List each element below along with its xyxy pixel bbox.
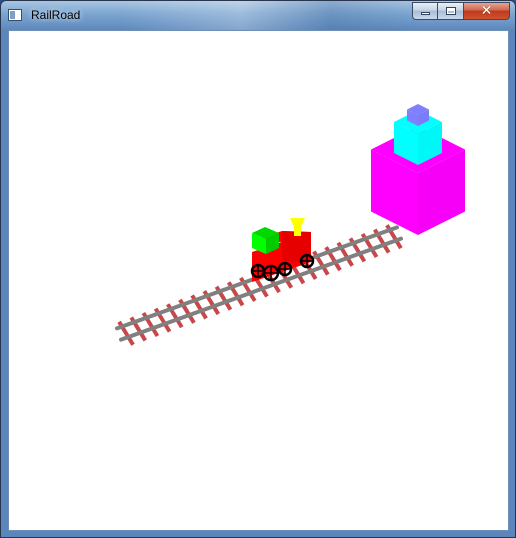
title-bar[interactable]: RailRoad ✕ bbox=[1, 1, 515, 30]
app-window: RailRoad ✕ bbox=[0, 0, 516, 538]
close-button[interactable]: ✕ bbox=[464, 2, 510, 20]
maximize-icon bbox=[445, 7, 456, 15]
window-title: RailRoad bbox=[31, 8, 81, 22]
title-bar-glass bbox=[121, 1, 421, 30]
stacked-cubes bbox=[371, 104, 465, 235]
train-chimney-stack bbox=[294, 226, 301, 236]
minimize-icon bbox=[420, 12, 430, 15]
minimize-button[interactable] bbox=[412, 2, 438, 20]
app-window-icon[interactable] bbox=[8, 9, 22, 21]
railroad-scene bbox=[114, 104, 465, 346]
train-chimney-top bbox=[290, 218, 305, 227]
maximize-button[interactable] bbox=[438, 2, 464, 20]
viewport-3d[interactable] bbox=[8, 30, 509, 531]
caption-buttons: ✕ bbox=[412, 2, 510, 21]
close-icon: ✕ bbox=[480, 3, 493, 19]
